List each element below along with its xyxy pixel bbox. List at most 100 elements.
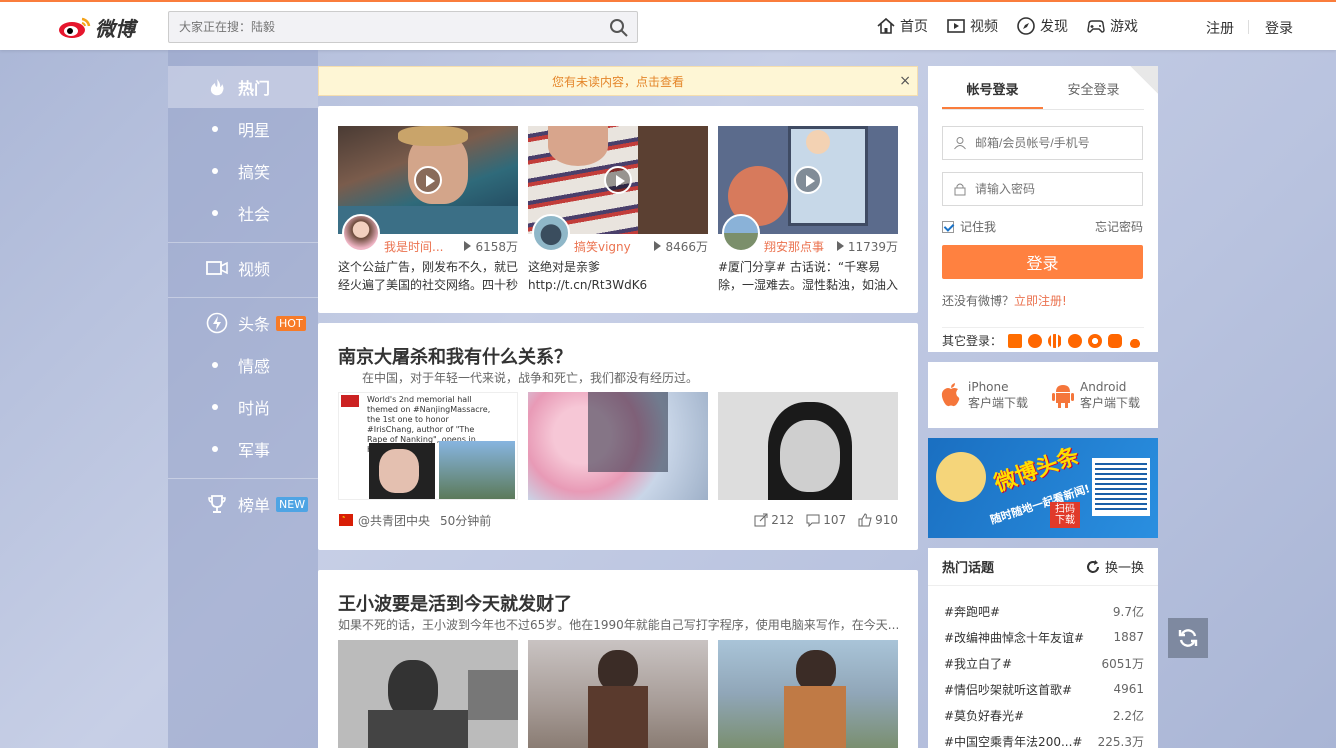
video-item[interactable]: 我是时间... 6158万 这个公益广告，刚发布不久，就已经火遍了美国的社交网络… xyxy=(338,126,518,294)
avatar[interactable] xyxy=(342,214,380,252)
login-button[interactable]: 登录 xyxy=(942,245,1143,279)
bullet-icon xyxy=(212,404,218,410)
forgot-password-link[interactable]: 忘记密码 xyxy=(1095,218,1143,235)
sidebar-item-hot[interactable]: 热门 xyxy=(168,66,318,108)
play-icon[interactable] xyxy=(414,166,442,194)
topic-row[interactable]: #改编神曲悼念十年友谊# 1887 xyxy=(928,624,1158,650)
refresh-topics-button[interactable]: 换一换 xyxy=(1086,557,1144,576)
baidu-icon[interactable] xyxy=(1128,333,1143,348)
register-now-link[interactable]: 立即注册! xyxy=(1014,294,1067,308)
avatar[interactable] xyxy=(722,214,760,252)
hot-topics-title: 热门话题 xyxy=(942,561,995,576)
article-image[interactable]: World's 2nd memorial hall themed on #Nan… xyxy=(338,392,518,500)
avatar[interactable] xyxy=(532,214,570,252)
like-button[interactable]: 910 xyxy=(858,513,898,527)
search-input[interactable] xyxy=(169,12,589,42)
nav-video[interactable]: 视频 xyxy=(946,16,998,36)
video-author[interactable]: 搞笑vigny xyxy=(574,238,640,255)
weibo-logo[interactable]: 微博 xyxy=(58,12,135,42)
tab-account-login[interactable]: 帐号登录 xyxy=(942,78,1043,109)
app-name: Android xyxy=(1080,380,1127,394)
china-unicom-icon[interactable] xyxy=(1048,333,1063,348)
app-download: iPhone 客户端下载 Android 客户端下载 xyxy=(928,362,1158,428)
article-image[interactable] xyxy=(718,640,898,748)
article-image[interactable] xyxy=(338,640,518,748)
video-description[interactable]: #厦门分享# 古话说：“千寒易除，一湿难去。湿性黏浊，如油入面。 xyxy=(718,258,898,294)
taobao-icon[interactable] xyxy=(1008,333,1023,348)
password-field[interactable] xyxy=(942,172,1143,206)
360-icon[interactable] xyxy=(1088,333,1103,348)
username-input[interactable] xyxy=(975,136,1135,150)
close-icon[interactable]: × xyxy=(899,73,911,89)
password-input[interactable] xyxy=(975,182,1135,196)
article-card[interactable]: 南京大屠杀和我有什么关系？ 在中国，对于年轻一代来说，战争和死亡，我们都没有经历… xyxy=(318,323,918,550)
article-title[interactable]: 王小波要是活到今天就发财了 xyxy=(338,590,572,616)
sidebar-item-military[interactable]: 军事 xyxy=(168,428,318,470)
sidebar-item-fashion[interactable]: 时尚 xyxy=(168,386,318,428)
cartoon-mascot xyxy=(936,452,986,502)
iphone-download[interactable]: iPhone 客户端下载 xyxy=(940,379,1040,411)
topic-row[interactable]: #中国空乘青年法200...# 225.3万 xyxy=(928,728,1158,748)
video-author[interactable]: 我是时间... xyxy=(384,238,450,255)
fire-icon xyxy=(206,76,228,98)
nav-discover[interactable]: 发现 xyxy=(1016,16,1068,36)
bullet-icon xyxy=(212,168,218,174)
app-sub: 客户端下载 xyxy=(1080,396,1141,410)
android-icon xyxy=(1052,385,1074,408)
login-panel: 帐号登录 安全登录 记住我 忘记密码 登录 还没有微博？立即注册! 其它登录： xyxy=(928,66,1158,352)
bullet-icon xyxy=(212,210,218,216)
topic-row[interactable]: #我立白了# 6051万 xyxy=(928,650,1158,676)
topic-row[interactable]: #奔跑吧# 9.7亿 xyxy=(928,598,1158,624)
lightning-icon xyxy=(206,312,228,334)
sidebar-item-society[interactable]: 社会 xyxy=(168,192,318,234)
topic-count: 225.3万 xyxy=(1097,734,1144,748)
video-item[interactable]: 翔安那点事 11739万 #厦门分享# 古话说：“千寒易除，一湿难去。湿性黏浊，… xyxy=(718,126,898,294)
user-icon xyxy=(954,137,966,150)
refresh-icon xyxy=(1087,559,1099,573)
video-item[interactable]: 搞笑vigny 8466万 这绝对是亲爹 http://t.cn/Rt3WdK6 xyxy=(528,126,708,294)
sidebar-item-funny[interactable]: 搞笑 xyxy=(168,150,318,192)
sidebar-item-stars[interactable]: 明星 xyxy=(168,108,318,150)
sidebar-item-headlines[interactable]: 头条 HOT xyxy=(168,302,318,344)
topic-row[interactable]: #莫负好春光# 2.2亿 xyxy=(928,702,1158,728)
sidebar-item-rankings[interactable]: 榜单 NEW xyxy=(168,483,318,525)
article-image[interactable] xyxy=(528,640,708,748)
unread-notice[interactable]: 您有未读内容，点击查看 × xyxy=(318,66,918,96)
share-button[interactable]: 212 xyxy=(754,513,794,527)
trophy-icon xyxy=(206,493,228,515)
nav-games[interactable]: 游戏 xyxy=(1086,16,1138,36)
topic-row[interactable]: #情侣吵架就听这首歌# 4961 xyxy=(928,676,1158,702)
article-card[interactable]: 王小波要是活到今天就发财了 如果不死的话，王小波到今年也不过65岁。他在1990… xyxy=(318,570,918,748)
refresh-icon xyxy=(1178,629,1198,647)
video-author[interactable]: 翔安那点事 xyxy=(764,238,830,255)
login-link[interactable]: 登录 xyxy=(1265,18,1293,38)
article-image[interactable] xyxy=(718,392,898,500)
tab-secure-login[interactable]: 安全登录 xyxy=(1043,78,1144,109)
tianyi-icon[interactable] xyxy=(1068,333,1083,348)
page-refresh-button[interactable] xyxy=(1168,618,1208,658)
topic-count: 4961 xyxy=(1113,682,1144,696)
nav-home[interactable]: 首页 xyxy=(876,16,928,36)
android-download[interactable]: Android 客户端下载 xyxy=(1052,379,1152,411)
comment-button[interactable]: 107 xyxy=(806,513,846,527)
nav-games-label: 游戏 xyxy=(1110,19,1138,35)
china-mobile-icon[interactable] xyxy=(1108,333,1123,348)
play-icon[interactable] xyxy=(794,166,822,194)
username-field[interactable] xyxy=(942,126,1143,160)
article-title[interactable]: 南京大屠杀和我有什么关系？ xyxy=(338,343,572,369)
video-description[interactable]: 这个公益广告，刚发布不久，就已经火遍了美国的社交网络。四十秒 xyxy=(338,258,518,294)
article-footer: @共青团中央 50分钟前 212 107 910 xyxy=(338,511,898,529)
qq-icon[interactable] xyxy=(1028,333,1043,348)
topic-name: #奔跑吧# xyxy=(944,604,1001,619)
sidebar-item-emotion[interactable]: 情感 xyxy=(168,344,318,386)
article-source[interactable]: @共青团中央 xyxy=(338,512,430,529)
headlines-banner[interactable]: 微博头条 随时随地一起看新闻! 扫码下载 xyxy=(928,438,1158,538)
video-description[interactable]: 这绝对是亲爹 http://t.cn/Rt3WdK6 xyxy=(528,258,708,294)
article-image[interactable] xyxy=(528,392,708,500)
register-link[interactable]: 注册 xyxy=(1206,18,1234,38)
sidebar-item-video[interactable]: 视频 xyxy=(168,247,318,289)
bullet-icon xyxy=(212,446,218,452)
remember-checkbox[interactable] xyxy=(942,220,954,233)
search-icon[interactable] xyxy=(609,18,629,38)
play-icon[interactable] xyxy=(604,166,632,194)
